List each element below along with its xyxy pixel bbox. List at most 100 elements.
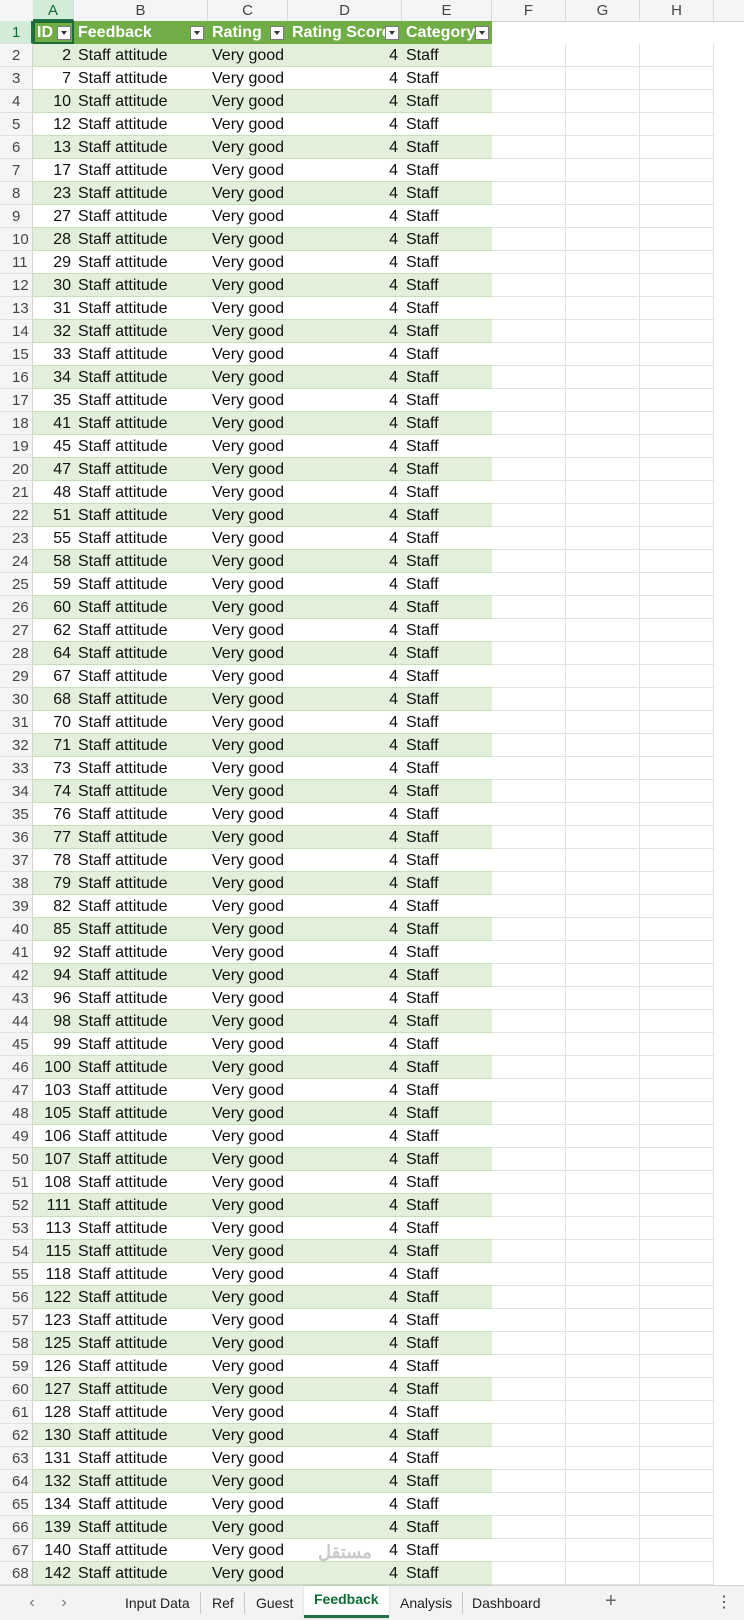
empty-cell[interactable] (566, 1125, 640, 1148)
cell-id[interactable]: 113 (33, 1217, 74, 1240)
cell-fb[interactable]: Staff attitude (74, 1102, 208, 1125)
cell-rating[interactable]: Very good (208, 228, 288, 251)
header-cell-feedback[interactable]: Feedback (74, 21, 208, 44)
empty-cell[interactable] (640, 1309, 714, 1332)
cell-cat[interactable]: Staff (402, 1424, 492, 1447)
empty-cell[interactable] (640, 1378, 714, 1401)
row-number[interactable]: 36 (0, 826, 33, 849)
empty-cell[interactable] (492, 1562, 566, 1585)
row-number[interactable]: 54 (0, 1240, 33, 1263)
empty-cell[interactable] (566, 780, 640, 803)
empty-cell[interactable] (640, 1240, 714, 1263)
cell-id[interactable]: 106 (33, 1125, 74, 1148)
cell-fb[interactable]: Staff attitude (74, 596, 208, 619)
empty-cell[interactable] (640, 159, 714, 182)
cell-id[interactable]: 79 (33, 872, 74, 895)
row-number[interactable]: 2 (0, 44, 33, 67)
cell-rating[interactable]: Very good (208, 67, 288, 90)
empty-cell[interactable] (566, 1171, 640, 1194)
empty-cell[interactable] (640, 1079, 714, 1102)
cell-id[interactable]: 10 (33, 90, 74, 113)
empty-cell[interactable] (566, 1309, 640, 1332)
cell-cat[interactable]: Staff (402, 389, 492, 412)
cell-fb[interactable]: Staff attitude (74, 1079, 208, 1102)
empty-cell[interactable] (566, 987, 640, 1010)
row-number[interactable]: 10 (0, 228, 33, 251)
row-number[interactable]: 6 (0, 136, 33, 159)
cell-score[interactable]: 4 (288, 228, 402, 251)
empty-cell[interactable] (492, 1148, 566, 1171)
cell-score[interactable]: 4 (288, 159, 402, 182)
cell-fb[interactable]: Staff attitude (74, 1171, 208, 1194)
cell-rating[interactable]: Very good (208, 90, 288, 113)
cell-score[interactable]: 4 (288, 1401, 402, 1424)
empty-cell[interactable] (492, 205, 566, 228)
cell-rating[interactable]: Very good (208, 550, 288, 573)
cell-id[interactable]: 140 (33, 1539, 74, 1562)
row-number[interactable]: 34 (0, 780, 33, 803)
cell-cat[interactable]: Staff (402, 527, 492, 550)
empty-cell[interactable] (566, 1355, 640, 1378)
cell-id[interactable]: 127 (33, 1378, 74, 1401)
cell-id[interactable]: 96 (33, 987, 74, 1010)
empty-cell[interactable] (640, 918, 714, 941)
cell-id[interactable]: 73 (33, 757, 74, 780)
row-number[interactable]: 45 (0, 1033, 33, 1056)
cell-cat[interactable]: Staff (402, 849, 492, 872)
cell-id[interactable]: 125 (33, 1332, 74, 1355)
cell-score[interactable]: 4 (288, 435, 402, 458)
cell-fb[interactable]: Staff attitude (74, 1447, 208, 1470)
cell-rating[interactable]: Very good (208, 757, 288, 780)
cell-rating[interactable]: Very good (208, 320, 288, 343)
cell-cat[interactable]: Staff (402, 113, 492, 136)
row-number[interactable]: 68 (0, 1562, 33, 1585)
cell-id[interactable]: 51 (33, 504, 74, 527)
cell-id[interactable]: 41 (33, 412, 74, 435)
empty-cell[interactable] (566, 527, 640, 550)
cell-rating[interactable]: Very good (208, 274, 288, 297)
cell-score[interactable]: 4 (288, 1470, 402, 1493)
column-header-h[interactable]: H (640, 0, 714, 21)
cell-id[interactable]: 62 (33, 619, 74, 642)
cell-rating[interactable]: Very good (208, 688, 288, 711)
cell-cat[interactable]: Staff (402, 826, 492, 849)
column-header-b[interactable]: B (74, 0, 208, 21)
cell-fb[interactable]: Staff attitude (74, 297, 208, 320)
cell-score[interactable]: 4 (288, 619, 402, 642)
row-number[interactable]: 41 (0, 941, 33, 964)
cell-rating[interactable]: Very good (208, 1447, 288, 1470)
cell-id[interactable]: 105 (33, 1102, 74, 1125)
empty-cell[interactable] (566, 297, 640, 320)
cell-id[interactable]: 27 (33, 205, 74, 228)
cell-rating[interactable]: Very good (208, 826, 288, 849)
empty-cell[interactable] (640, 964, 714, 987)
cell-id[interactable]: 33 (33, 343, 74, 366)
row-number[interactable]: 37 (0, 849, 33, 872)
row-number[interactable]: 26 (0, 596, 33, 619)
cell-fb[interactable]: Staff attitude (74, 412, 208, 435)
empty-cell[interactable] (492, 1102, 566, 1125)
column-header-c[interactable]: C (208, 0, 288, 21)
cell-score[interactable]: 4 (288, 1378, 402, 1401)
cell-cat[interactable]: Staff (402, 458, 492, 481)
cell-cat[interactable]: Staff (402, 642, 492, 665)
cell-fb[interactable]: Staff attitude (74, 1263, 208, 1286)
empty-cell[interactable] (492, 1309, 566, 1332)
empty-cell[interactable] (566, 550, 640, 573)
empty-cell[interactable] (492, 136, 566, 159)
empty-cell[interactable] (640, 550, 714, 573)
cell-rating[interactable]: Very good (208, 1401, 288, 1424)
cell-score[interactable]: 4 (288, 642, 402, 665)
cell-fb[interactable]: Staff attitude (74, 205, 208, 228)
cell-score[interactable]: 4 (288, 711, 402, 734)
cell-cat[interactable]: Staff (402, 412, 492, 435)
cell-cat[interactable]: Staff (402, 435, 492, 458)
cell-id[interactable]: 34 (33, 366, 74, 389)
cell-fb[interactable]: Staff attitude (74, 711, 208, 734)
cell-cat[interactable]: Staff (402, 320, 492, 343)
cell-score[interactable]: 4 (288, 780, 402, 803)
cell-cat[interactable]: Staff (402, 1286, 492, 1309)
empty-cell[interactable] (492, 228, 566, 251)
cell-id[interactable]: 103 (33, 1079, 74, 1102)
cell-score[interactable]: 4 (288, 596, 402, 619)
